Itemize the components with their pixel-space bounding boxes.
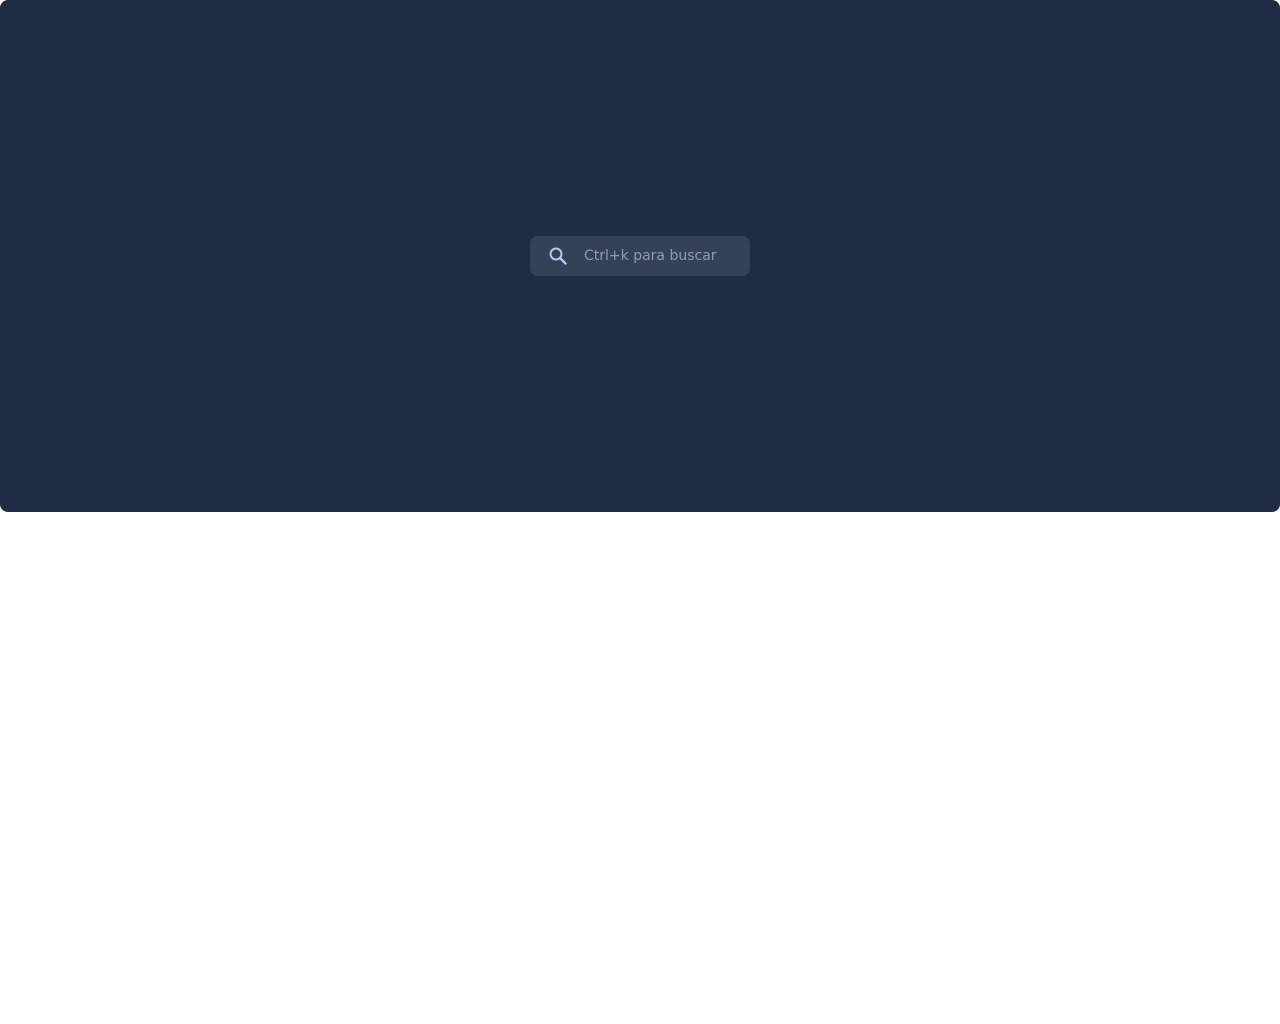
search-icon [548,246,568,266]
search-input[interactable]: Ctrl+k para buscar [530,236,750,276]
app-panel: Ctrl+k para buscar [0,0,1280,512]
search-placeholder: Ctrl+k para buscar [584,248,717,264]
